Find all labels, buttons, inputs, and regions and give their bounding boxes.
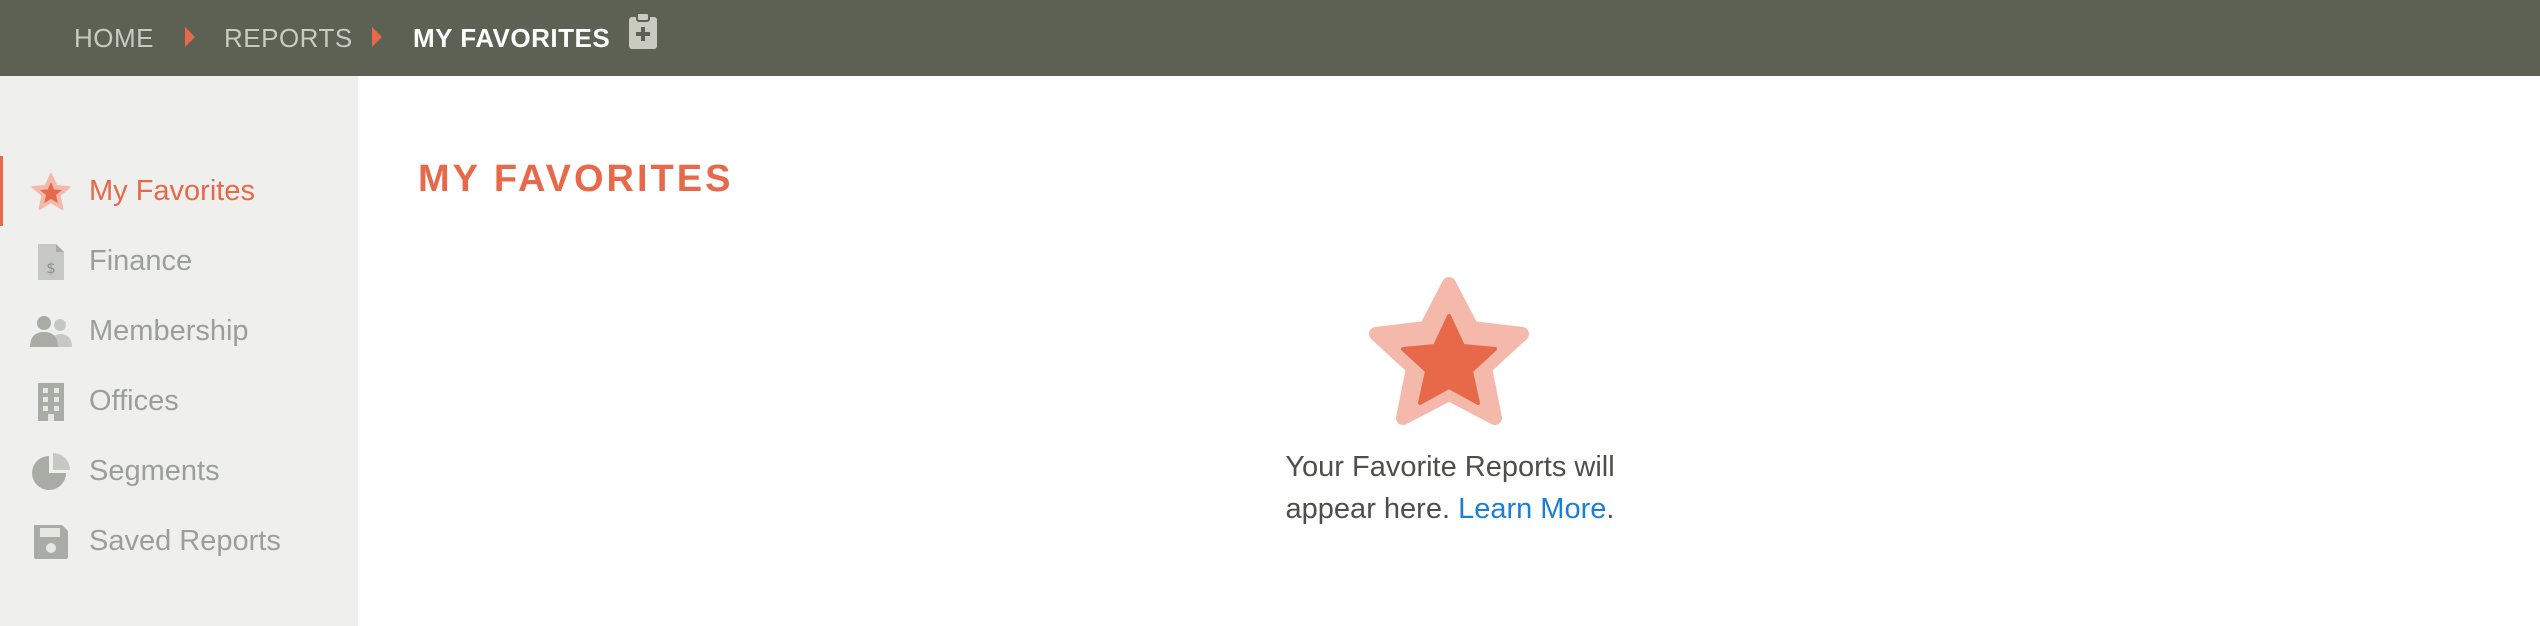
building-icon <box>38 383 64 421</box>
sidebar-item-label: Offices <box>89 384 179 417</box>
sidebar-item-label: Segments <box>89 454 220 487</box>
sidebar-item-label: Membership <box>89 314 249 347</box>
empty-state-line2-text: appear here. <box>1285 493 1451 525</box>
empty-state-line2: appear here. Learn More. <box>1200 488 1700 530</box>
sidebar-item-finance[interactable]: $ Finance <box>0 226 358 296</box>
breadcrumb-bar: HOME REPORTS MY FAVORITES <box>0 0 2540 76</box>
dollar-document-icon: $ <box>38 244 64 280</box>
star-icon <box>31 173 71 210</box>
sidebar-item-segments[interactable]: Segments <box>0 436 358 506</box>
sidebar-item-my-favorites[interactable]: My Favorites <box>0 156 358 226</box>
page-title: MY FAVORITES <box>418 158 734 200</box>
sidebar-item-label: Saved Reports <box>89 524 281 557</box>
sidebar: My Favorites $ Finance Membership Office… <box>0 76 358 626</box>
users-icon <box>30 316 72 347</box>
svg-text:$: $ <box>46 259 56 277</box>
sidebar-item-label: Finance <box>89 244 193 277</box>
empty-state-message: Your Favorite Reports will appear here. … <box>1200 446 1700 530</box>
breadcrumb-home[interactable]: HOME <box>74 0 154 76</box>
floppy-disk-icon <box>34 525 68 559</box>
sidebar-item-offices[interactable]: Offices <box>0 366 358 436</box>
clipboard-plus-icon[interactable] <box>628 12 658 50</box>
breadcrumb-separator-icon <box>185 27 195 47</box>
sidebar-item-label: My Favorites <box>89 174 255 207</box>
empty-state-line1: Your Favorite Reports will <box>1285 451 1615 483</box>
star-icon <box>1369 277 1529 425</box>
breadcrumb-reports[interactable]: REPORTS <box>224 0 353 76</box>
pie-chart-icon <box>32 453 70 490</box>
breadcrumb-current: MY FAVORITES <box>413 22 611 53</box>
sidebar-item-membership[interactable]: Membership <box>0 296 358 366</box>
learn-more-link[interactable]: Learn More <box>1458 493 1606 525</box>
sidebar-item-saved-reports[interactable]: Saved Reports <box>0 506 358 576</box>
breadcrumb-separator-icon <box>372 27 382 47</box>
empty-state-trailing: . <box>1606 493 1615 525</box>
